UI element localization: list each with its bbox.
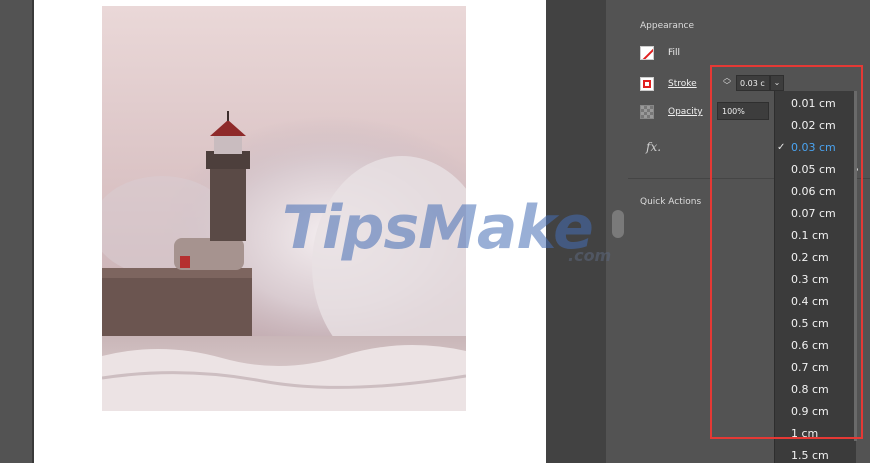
- dropdown-option-label: 0.1 cm: [791, 229, 829, 242]
- dropdown-option[interactable]: 0.1 cm: [775, 225, 856, 247]
- dropdown-option[interactable]: 0.7 cm: [775, 357, 856, 379]
- appearance-section-title: Appearance: [640, 21, 695, 31]
- dropdown-option[interactable]: 1 cm: [775, 423, 856, 445]
- dropdown-scrollbar[interactable]: [854, 91, 857, 441]
- panel-resize-handle[interactable]: [612, 210, 624, 238]
- opacity-label[interactable]: Opacity: [668, 107, 703, 117]
- dropdown-option[interactable]: 0.06 cm: [775, 181, 856, 203]
- dropdown-option-label: 0.07 cm: [791, 207, 836, 220]
- opacity-row[interactable]: Opacity: [640, 105, 703, 119]
- dropdown-option-label: 0.03 cm: [791, 141, 836, 154]
- dropdown-option-label: 0.02 cm: [791, 119, 836, 132]
- dropdown-option-label: 0.7 cm: [791, 361, 829, 374]
- dropdown-option[interactable]: 0.4 cm: [775, 291, 856, 313]
- chevron-down-icon: ⌄: [773, 78, 781, 87]
- dropdown-option-label: 0.2 cm: [791, 251, 829, 264]
- dropdown-option[interactable]: 0.01 cm: [775, 93, 856, 115]
- stroke-weight-dropdown-toggle[interactable]: ⌄: [770, 75, 784, 91]
- dropdown-option[interactable]: ✓ 0.03 cm: [775, 137, 856, 159]
- dropdown-option[interactable]: 0.05 cm: [775, 159, 856, 181]
- stroke-label[interactable]: Stroke: [668, 79, 697, 89]
- opacity-input[interactable]: 100%: [717, 102, 769, 120]
- stroke-weight-input[interactable]: 0.03 c: [736, 75, 770, 91]
- dropdown-option-label: 0.05 cm: [791, 163, 836, 176]
- dropdown-option[interactable]: 0.5 cm: [775, 313, 856, 335]
- watermark-text: TipsMake: [282, 193, 594, 263]
- fx-effects-icon[interactable]: fx.: [646, 140, 661, 154]
- dropdown-option-label: 1 cm: [791, 427, 819, 440]
- dropdown-option-label: 0.9 cm: [791, 405, 829, 418]
- opacity-checker-icon: [640, 105, 654, 119]
- dropdown-option-label: 0.8 cm: [791, 383, 829, 396]
- watermark-subtext: .com: [568, 246, 612, 265]
- dropdown-option[interactable]: 0.3 cm: [775, 269, 856, 291]
- dropdown-option-label: 0.01 cm: [791, 97, 836, 110]
- quick-actions-title: Quick Actions: [640, 197, 702, 207]
- dropdown-option[interactable]: 0.2 cm: [775, 247, 856, 269]
- dropdown-option[interactable]: 0.9 cm: [775, 401, 856, 423]
- dropdown-option-label: 1.5 cm: [791, 449, 829, 462]
- dropdown-option-label: 0.3 cm: [791, 273, 829, 286]
- dropdown-option-label: 0.06 cm: [791, 185, 836, 198]
- fill-row[interactable]: Fill: [640, 46, 680, 60]
- stroke-weight-stepper[interactable]: ︿ ﹀: [720, 74, 734, 92]
- dropdown-option-label: 0.6 cm: [791, 339, 829, 352]
- stroke-swatch-icon[interactable]: [640, 77, 654, 91]
- dropdown-option[interactable]: 0.07 cm: [775, 203, 856, 225]
- dropdown-option-label: 0.5 cm: [791, 317, 829, 330]
- stepper-down-icon[interactable]: ﹀: [720, 82, 734, 90]
- fill-none-swatch-icon[interactable]: [640, 46, 654, 60]
- dropdown-option[interactable]: 0.6 cm: [775, 335, 856, 357]
- dropdown-option[interactable]: 0.02 cm: [775, 115, 856, 137]
- dropdown-option[interactable]: 1.5 cm: [775, 445, 856, 467]
- fill-label: Fill: [668, 48, 681, 58]
- stroke-weight-dropdown-list: 0.01 cm 0.02 cm ✓ 0.03 cm 0.05 cm 0.06 cm 0.07…: [774, 91, 856, 463]
- left-toolbar-strip: [0, 0, 32, 463]
- dropdown-option[interactable]: 0.8 cm: [775, 379, 856, 401]
- stroke-row[interactable]: Stroke: [640, 77, 697, 91]
- checkmark-icon: ✓: [777, 142, 786, 153]
- dropdown-option-label: 0.4 cm: [791, 295, 829, 308]
